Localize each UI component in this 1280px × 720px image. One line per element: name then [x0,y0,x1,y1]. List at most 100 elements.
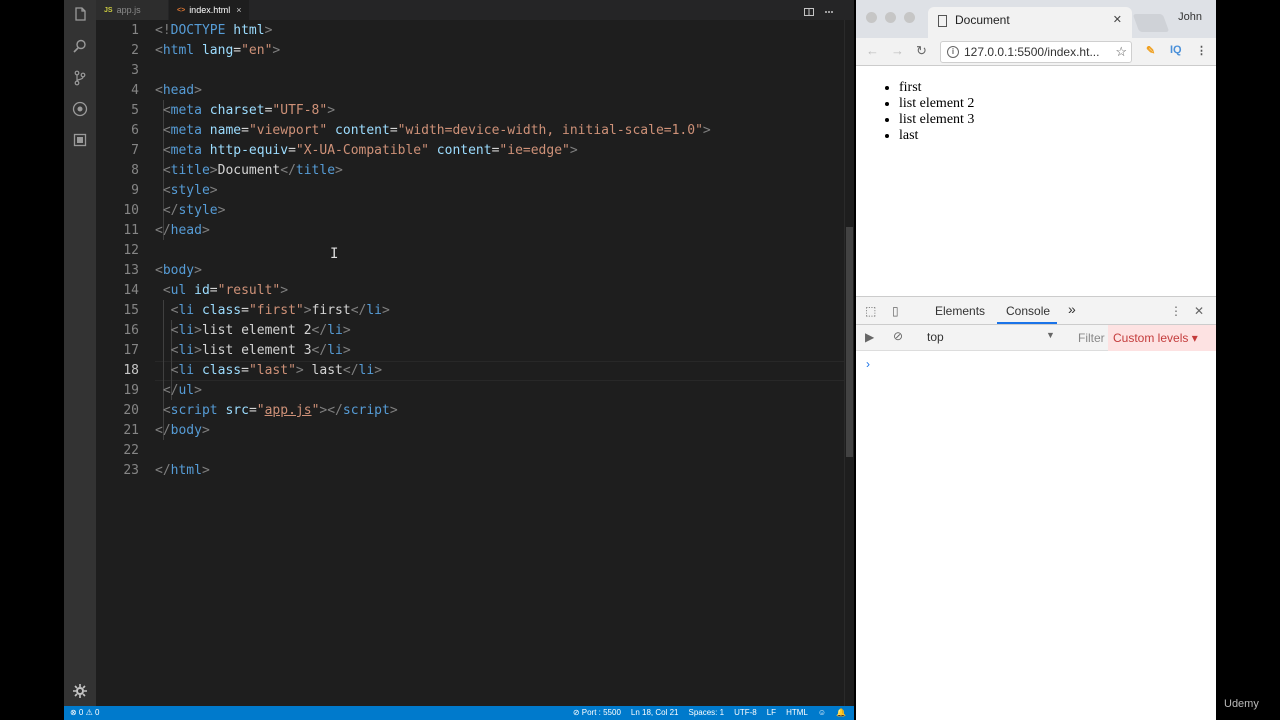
editor-tab-bar: JS app.js <> index.html × [96,0,854,20]
line-number: 20 [123,403,139,418]
editor-scrollbar[interactable] [844,20,854,706]
line-number: 10 [123,203,139,218]
browser-window: Document ✕ John ← → ↻ i 127.0.0.1:5500/i… [856,0,1216,720]
close-icon[interactable]: × [236,5,241,15]
iq-extension-icon[interactable]: IQ [1170,44,1182,56]
close-devtools-icon[interactable]: ✕ [1194,304,1204,318]
code-line: </html> [155,463,210,478]
line-number: 3 [131,63,139,78]
clear-console-icon[interactable]: ⊘ [893,329,903,343]
list-item: list element 2 [899,96,974,112]
address-bar[interactable]: i 127.0.0.1:5500/index.ht... ☆ [940,41,1132,63]
result-list: first list element 2 list element 3 last [899,80,974,144]
tab-label: app.js [116,5,141,15]
line-number: 17 [123,343,139,358]
udemy-watermark: Udemy [1224,698,1259,710]
minimize-window-button[interactable] [885,12,896,23]
close-window-button[interactable] [866,12,877,23]
devtools-menu-icon[interactable]: ⋮ [1170,304,1182,318]
bookmark-star-icon[interactable]: ☆ [1115,44,1127,60]
notifications-icon[interactable]: 🔔 [836,708,846,717]
video-letterbox [1216,0,1280,720]
activity-bar [64,0,96,706]
settings-icon[interactable] [72,683,88,699]
close-icon[interactable]: ✕ [1113,13,1122,26]
extensions-icon[interactable] [72,132,88,148]
tab-index-html[interactable]: <> index.html × [169,0,249,20]
back-icon[interactable]: ← [866,43,879,58]
new-tab-button[interactable] [1132,14,1170,32]
search-icon[interactable] [72,38,88,54]
tab-console[interactable]: Console [1006,304,1050,318]
more-tabs-icon[interactable]: » [1068,301,1076,317]
code-line: <li class="last"> last</li> [170,363,383,378]
browser-tab[interactable]: Document ✕ [928,7,1132,38]
code-line: </style> [162,203,226,218]
split-editor-icon[interactable] [804,4,814,16]
code-line: <style> [162,183,218,198]
code-line: <!DOCTYPE html> [155,23,273,38]
line-number: 12 [123,243,139,258]
line-number: 15 [123,303,139,318]
line-number: 2 [131,43,139,58]
console-output[interactable]: › [856,351,1216,720]
line-number: 9 [131,183,139,198]
debug-icon[interactable] [72,101,88,117]
code-line: <ul id="result"> [162,283,289,298]
scrollbar-thumb[interactable] [846,227,853,457]
console-toolbar: ▶ ⊘ top ▼ Filter Custom levels ▾ [856,325,1216,351]
language-mode[interactable]: HTML [786,708,808,717]
chevron-down-icon[interactable]: ▼ [1046,330,1055,340]
tab-elements[interactable]: Elements [935,304,985,318]
feedback-icon[interactable]: ☺ [818,708,826,717]
code-line: <title>Document</title> [162,163,343,178]
code-editor[interactable]: 1 2 3 4 5 6 7 8 9 10 11 12 13 14 15 16 17 18 19 20 21 22 23 <!… [96,20,854,706]
line-number: 1 [131,23,139,38]
sidebar-toggle-icon[interactable]: ▶ [865,330,874,344]
files-icon[interactable] [72,6,88,22]
code-line: <head> [155,83,202,98]
active-tab-indicator [997,322,1057,324]
problems-indicator[interactable]: ⊗ 0 ⚠ 0 [70,708,99,717]
info-icon[interactable]: i [947,46,959,58]
vscode-window: JS app.js <> index.html × 1 2 3 4 5 6 7 8 9 10 11 1… [64,0,854,720]
line-number: 23 [123,463,139,478]
indentation[interactable]: Spaces: 1 [688,708,724,717]
tab-label: index.html [189,5,231,15]
line-number: 11 [123,223,139,238]
code-area[interactable]: <!DOCTYPE html> <html lang="en"> <head> … [155,20,854,706]
list-item: first [899,80,974,96]
profile-name[interactable]: John [1178,11,1202,23]
tab-app-js[interactable]: JS app.js [96,0,168,20]
inspect-element-icon[interactable]: ⬚ [865,304,876,318]
line-number: 5 [131,103,139,118]
live-server-port[interactable]: ⊘ Port : 5500 [573,708,621,717]
forward-icon[interactable]: → [891,43,904,58]
reload-icon[interactable]: ↻ [916,43,927,59]
code-line: </head> [155,223,210,238]
filter-input[interactable]: Filter [1078,328,1106,348]
encoding[interactable]: UTF-8 [734,708,757,717]
menu-icon[interactable]: ⋮ [1196,44,1207,57]
line-number: 18 [123,363,139,378]
end-of-line[interactable]: LF [767,708,776,717]
cursor-position[interactable]: Ln 18, Col 21 [631,708,679,717]
code-line: <html lang="en"> [155,43,281,58]
browser-tab-title: Document [955,13,1010,27]
extension-icon[interactable]: ✎ [1146,44,1155,57]
line-number: 4 [131,83,139,98]
line-number: 7 [131,143,139,158]
code-line: <meta name="viewport" content="width=dev… [162,123,711,138]
code-line: <li>list element 3</li> [170,343,351,358]
more-actions-icon[interactable] [824,4,834,14]
status-bar: ⊗ 0 ⚠ 0 ⊘ Port : 5500 Ln 18, Col 21 Spac… [64,706,854,720]
maximize-window-button[interactable] [904,12,915,23]
log-levels-dropdown[interactable]: Custom levels ▾ [1108,325,1216,351]
device-toolbar-icon[interactable]: ▯ [892,304,899,318]
console-prompt-icon[interactable]: › [866,357,870,371]
js-file-icon: JS [104,6,113,14]
page-viewport: first list element 2 list element 3 last [856,66,1216,296]
source-control-icon[interactable] [72,70,88,86]
context-selector[interactable]: top [927,330,944,344]
devtools-tab-bar: ⬚ ▯ Elements Console » ⋮ ✕ [856,297,1216,325]
